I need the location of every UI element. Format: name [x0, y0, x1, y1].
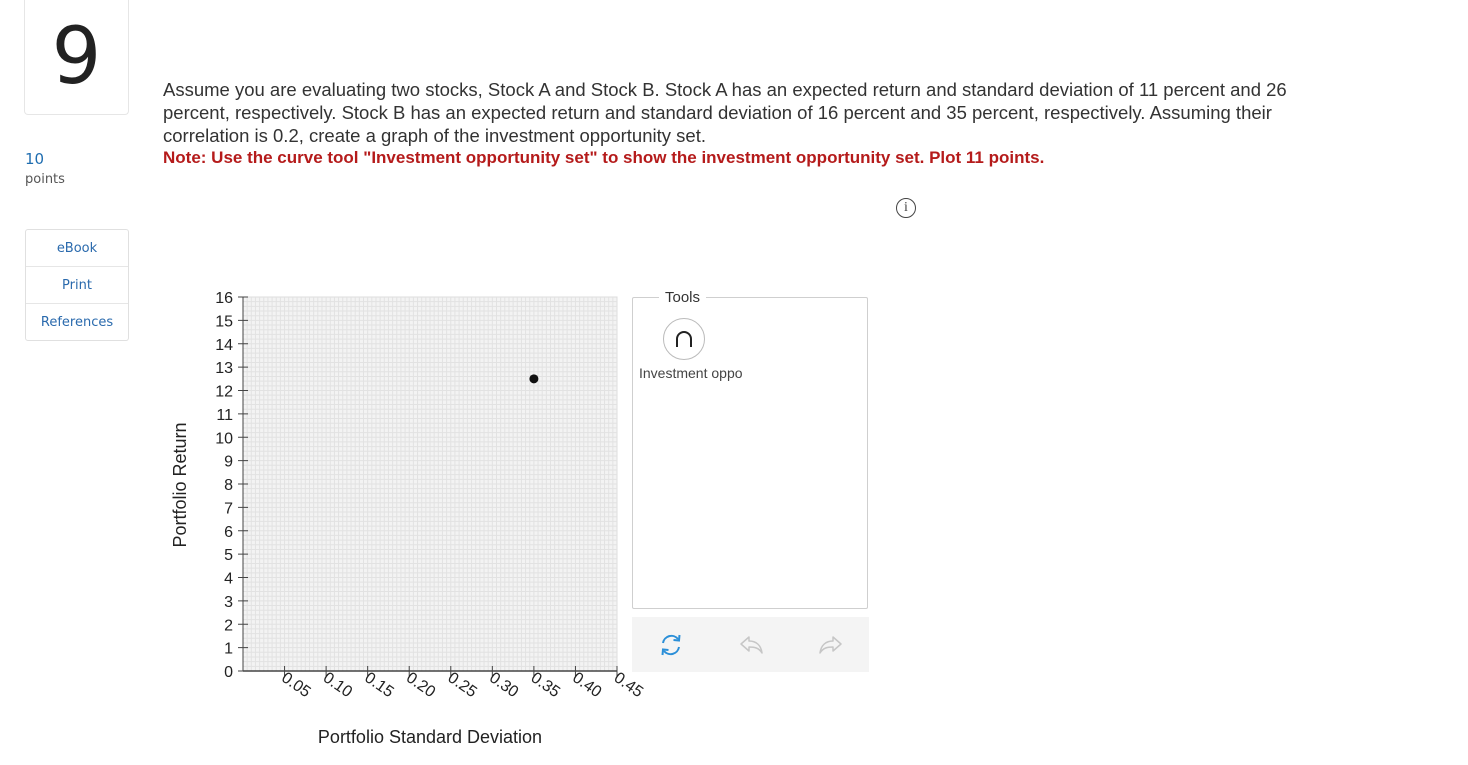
y-tick-label: 8 — [224, 477, 233, 494]
investment-opportunity-set-tool[interactable] — [663, 318, 705, 360]
undo-icon — [740, 636, 763, 654]
y-tick-label: 15 — [215, 313, 233, 330]
x-tick-label: 0.05 — [278, 669, 313, 701]
x-tick-label: 0.15 — [361, 669, 396, 701]
redo-icon — [819, 636, 842, 654]
y-tick-label: 3 — [224, 594, 233, 611]
x-tick-label: 0.35 — [528, 669, 563, 701]
x-axis-label: Portfolio Standard Deviation — [318, 727, 542, 747]
graph-action-bar — [632, 617, 869, 672]
tools-panel: Tools Investment opportunity set — [632, 289, 868, 609]
reset-icon — [661, 634, 681, 656]
redo-button[interactable] — [816, 630, 846, 660]
undo-button[interactable] — [736, 630, 766, 660]
y-tick-label: 4 — [224, 571, 233, 588]
y-tick-label: 10 — [215, 430, 233, 447]
y-tick-label: 11 — [216, 407, 233, 424]
reset-button[interactable] — [656, 630, 686, 660]
x-tick-label: 0.25 — [444, 669, 479, 701]
arch-curve-icon — [676, 331, 692, 347]
y-axis-label: Portfolio Return — [170, 422, 190, 547]
y-tick-label: 16 — [215, 290, 233, 307]
y-tick-label: 9 — [224, 454, 233, 471]
x-tick-label: 0.20 — [403, 669, 438, 701]
y-tick-label: 7 — [224, 500, 233, 517]
tool-label: Investment opportunity set — [639, 365, 743, 381]
x-tick-label: 0.40 — [569, 669, 604, 701]
y-tick-label: 14 — [215, 337, 233, 354]
x-tick-label: 0.30 — [486, 669, 521, 701]
data-point — [529, 374, 539, 384]
x-tick-label: 0.45 — [611, 669, 646, 701]
y-tick-label: 5 — [224, 547, 233, 564]
y-tick-label: 1 — [224, 641, 233, 658]
tools-title: Tools — [659, 289, 707, 306]
y-tick-label: 2 — [224, 617, 233, 634]
y-tick-label: 12 — [215, 384, 233, 401]
graph-points — [529, 374, 539, 384]
x-tick-label: 0.10 — [320, 669, 355, 701]
graph-grid — [242, 296, 618, 672]
y-tick-label: 6 — [224, 524, 233, 541]
y-tick-label: 13 — [215, 360, 233, 377]
y-tick-label: 0 — [224, 664, 233, 681]
